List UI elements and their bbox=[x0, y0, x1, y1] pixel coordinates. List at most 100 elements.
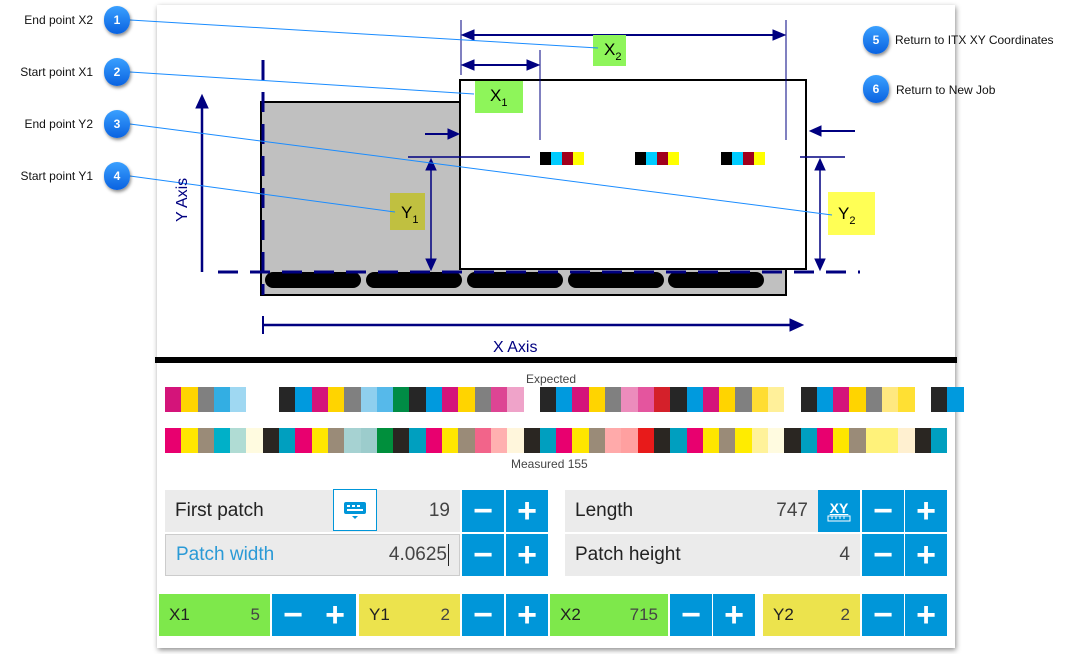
callout-badge-1[interactable]: 1 bbox=[104, 6, 130, 34]
color-patch bbox=[898, 428, 915, 453]
color-patch bbox=[605, 428, 622, 453]
color-patch bbox=[572, 387, 589, 412]
y2-field-label: Y2 bbox=[773, 605, 794, 624]
x1-minus-button[interactable]: − bbox=[272, 594, 314, 636]
y1-field-value: 2 bbox=[440, 605, 450, 624]
color-patch bbox=[344, 428, 361, 453]
callout-badge-2[interactable]: 2 bbox=[104, 58, 130, 86]
length-field[interactable]: Length 747 bbox=[565, 490, 818, 532]
patch-gap bbox=[246, 387, 262, 412]
color-patch bbox=[588, 428, 606, 453]
first-patch-plus-button[interactable]: + bbox=[506, 490, 548, 532]
x2-field-value: 715 bbox=[629, 605, 658, 624]
color-patch bbox=[327, 428, 345, 453]
patch-gap bbox=[263, 387, 279, 412]
color-patch bbox=[165, 387, 182, 412]
link-return-new-job[interactable]: Return to New Job bbox=[896, 83, 995, 97]
x2-plus-button[interactable]: + bbox=[713, 594, 755, 636]
x2-minus-button[interactable]: − bbox=[670, 594, 712, 636]
callout-label-1: End point X2 bbox=[24, 13, 93, 27]
y2-marker bbox=[828, 192, 875, 235]
color-patch bbox=[181, 387, 198, 412]
color-patch bbox=[686, 387, 703, 412]
color-patch bbox=[262, 428, 280, 453]
ruler-icon bbox=[827, 515, 851, 521]
callout-badge-5[interactable]: 5 bbox=[863, 26, 889, 54]
color-patch bbox=[882, 428, 899, 453]
callout-badge-4[interactable]: 4 bbox=[104, 162, 130, 190]
callout-badge-3[interactable]: 3 bbox=[104, 110, 130, 138]
x1-plus-button[interactable]: + bbox=[314, 594, 356, 636]
color-patch bbox=[327, 387, 345, 412]
color-patch bbox=[425, 387, 443, 412]
color-patch bbox=[376, 387, 394, 412]
color-patch bbox=[556, 428, 573, 453]
measured-label: Measured 155 bbox=[511, 457, 588, 471]
color-patch bbox=[702, 387, 720, 412]
keyboard-button[interactable] bbox=[333, 489, 377, 531]
color-patch bbox=[719, 428, 736, 453]
y2-field[interactable]: Y2 2 bbox=[763, 594, 860, 636]
y2-plus-button[interactable]: + bbox=[905, 594, 947, 636]
color-patch bbox=[360, 428, 377, 453]
color-patch bbox=[458, 387, 475, 412]
patch-gap bbox=[524, 387, 540, 412]
patch-width-minus-button[interactable]: − bbox=[462, 534, 504, 576]
callout-badge-6[interactable]: 6 bbox=[863, 75, 889, 103]
keyboard-icon bbox=[344, 502, 366, 519]
expected-patch-strip bbox=[165, 387, 964, 412]
color-patch bbox=[719, 387, 736, 412]
patch-width-plus-button[interactable]: + bbox=[506, 534, 548, 576]
color-patch bbox=[621, 428, 638, 453]
color-patch bbox=[637, 428, 654, 453]
color-patch bbox=[539, 387, 557, 412]
color-patch bbox=[458, 428, 475, 453]
x2-field[interactable]: X2 715 bbox=[550, 594, 668, 636]
color-patch bbox=[865, 387, 883, 412]
first-patch-field[interactable]: First patch 19 bbox=[165, 490, 460, 532]
color-patch bbox=[213, 428, 231, 453]
measured-patch-strip bbox=[165, 428, 948, 453]
first-patch-minus-button[interactable]: − bbox=[462, 490, 504, 532]
color-patch bbox=[279, 428, 296, 453]
length-plus-button[interactable]: + bbox=[905, 490, 947, 532]
link-return-itx-xy[interactable]: Return to ITX XY Coordinates bbox=[895, 33, 1054, 47]
patch-height-field[interactable]: Patch height 4 bbox=[565, 534, 860, 576]
patch-width-field[interactable]: Patch width 4.0625 bbox=[165, 534, 460, 576]
color-patch bbox=[833, 387, 850, 412]
color-patch bbox=[507, 387, 524, 412]
expected-label: Expected bbox=[526, 372, 577, 386]
patch-height-minus-button[interactable]: − bbox=[862, 534, 904, 576]
callout-label-4: Start point Y1 bbox=[20, 169, 94, 183]
y1-minus-button[interactable]: − bbox=[462, 594, 504, 636]
x1-field-value: 5 bbox=[250, 605, 260, 624]
color-patch bbox=[409, 428, 426, 453]
color-patch bbox=[409, 387, 426, 412]
color-patch bbox=[295, 387, 312, 412]
color-patch bbox=[849, 387, 866, 412]
color-patch bbox=[882, 387, 899, 412]
color-patch bbox=[442, 387, 459, 412]
length-minus-button[interactable]: − bbox=[862, 490, 904, 532]
y1-plus-button[interactable]: + bbox=[506, 594, 548, 636]
xy-coordinates-button[interactable]: XY bbox=[818, 490, 860, 532]
color-patch bbox=[767, 387, 785, 412]
y2-minus-button[interactable]: − bbox=[862, 594, 904, 636]
color-patch bbox=[181, 428, 198, 453]
y1-field-label: Y1 bbox=[369, 605, 390, 624]
first-patch-value: 19 bbox=[428, 500, 450, 521]
color-patch bbox=[735, 428, 752, 453]
patch-width-value: 4.0625 bbox=[388, 544, 449, 566]
color-patch bbox=[556, 387, 573, 412]
color-patch bbox=[393, 428, 410, 453]
y1-field[interactable]: Y1 2 bbox=[359, 594, 460, 636]
color-patch bbox=[947, 387, 964, 412]
color-patch bbox=[425, 428, 443, 453]
patch-height-plus-button[interactable]: + bbox=[905, 534, 947, 576]
color-patch bbox=[702, 428, 720, 453]
color-patch bbox=[670, 428, 687, 453]
color-patch bbox=[686, 428, 703, 453]
x1-field[interactable]: X1 5 bbox=[159, 594, 270, 636]
xy-label: XY bbox=[829, 499, 849, 516]
patch-height-label: Patch height bbox=[575, 544, 681, 565]
